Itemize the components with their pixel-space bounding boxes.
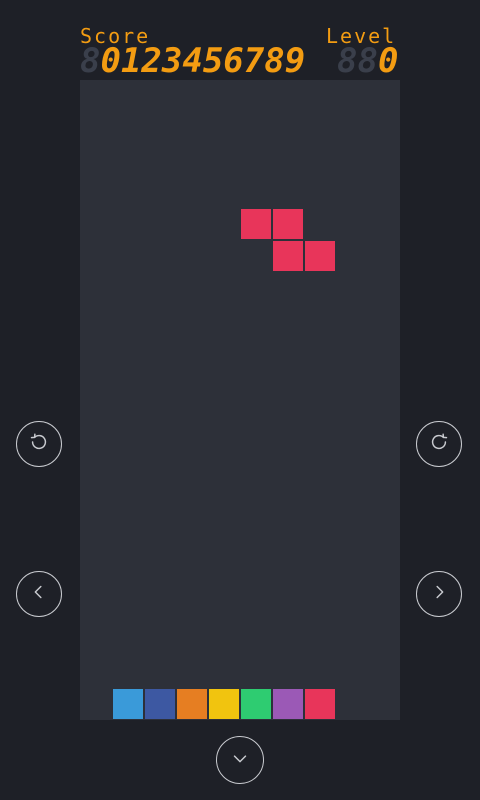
stacked-block [145, 689, 175, 719]
falling-piece-block [241, 209, 271, 239]
drop-button[interactable] [216, 736, 264, 784]
stacked-block [113, 689, 143, 719]
rotate-cw-icon [428, 431, 450, 457]
rotate-left-button[interactable] [16, 421, 62, 467]
rotate-right-button[interactable] [416, 421, 462, 467]
level-display: 880 [337, 42, 398, 80]
chevron-right-icon [428, 581, 450, 607]
falling-piece-block [273, 241, 303, 271]
stacked-block [273, 689, 303, 719]
stacked-block [305, 689, 335, 719]
score-display: 80123456789 [80, 42, 305, 80]
game-board[interactable] [80, 80, 400, 720]
chevron-down-icon [229, 747, 251, 773]
move-right-button[interactable] [416, 571, 462, 617]
score-value: 0123456789 [100, 41, 306, 81]
stacked-block [209, 689, 239, 719]
score-ghost-digit: 8 [80, 41, 101, 81]
level-value: 0 [377, 41, 399, 81]
falling-piece-block [273, 209, 303, 239]
rotate-ccw-icon [28, 431, 50, 457]
stacked-block [241, 689, 271, 719]
move-left-button[interactable] [16, 571, 62, 617]
stacked-block [177, 689, 207, 719]
falling-piece-block [305, 241, 335, 271]
level-ghost-digits: 88 [337, 41, 378, 81]
chevron-left-icon [28, 581, 50, 607]
